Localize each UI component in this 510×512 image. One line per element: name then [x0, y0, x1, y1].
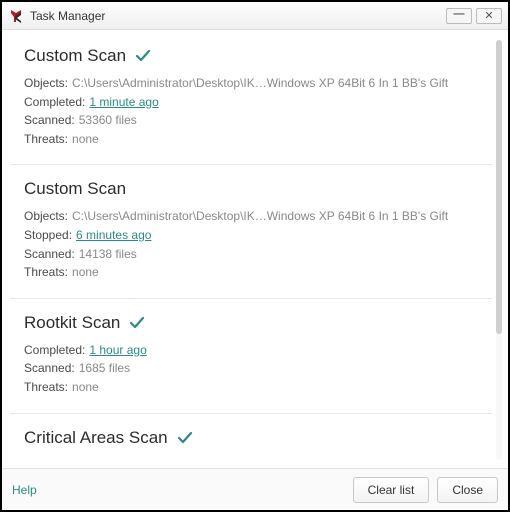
row-value: 14138 files: [79, 245, 137, 264]
footer: Help Clear list Close: [2, 468, 508, 510]
row-value: C:\Users\Administrator\Desktop\IK…Window…: [72, 207, 448, 226]
row-value: none: [72, 130, 99, 149]
row-label: Completed:: [24, 341, 85, 360]
task-detail-row: Objects:C:\Users\Administrator\Desktop\I…: [24, 74, 482, 93]
time-link[interactable]: 1 hour ago: [89, 341, 146, 360]
task-detail-row: Threats:none: [24, 130, 482, 149]
task-list: Custom ScanObjects:C:\Users\Administrato…: [10, 36, 492, 468]
scrollbar-thumb[interactable]: [496, 40, 502, 334]
close-window-button[interactable]: ✕: [476, 8, 502, 24]
row-label: Stopped:: [24, 226, 72, 245]
close-icon: ✕: [484, 9, 493, 22]
window-title: Task Manager: [30, 9, 446, 23]
scrollbar[interactable]: [496, 40, 502, 460]
task-item: Rootkit ScanCompleted:1 hour agoScanned:…: [10, 299, 492, 414]
row-value: 53360 files: [79, 111, 137, 130]
task-detail-row: Objects:C:\Users\Administrator\Desktop\I…: [24, 207, 482, 226]
row-value: 1685 files: [79, 359, 130, 378]
row-value: C:\Users\Administrator\Desktop\IK…Window…: [72, 74, 448, 93]
row-label: Objects:: [24, 207, 68, 226]
task-detail-row: Scanned:14138 files: [24, 245, 482, 264]
row-label: Threats:: [24, 378, 68, 397]
help-link[interactable]: Help: [12, 483, 345, 497]
task-item: Custom Scan Objects:C:\Users\Administrato…: [10, 165, 492, 298]
task-manager-window: Task Manager — ✕ Custom ScanObjects:C:\U…: [0, 0, 510, 512]
row-label: Scanned:: [24, 245, 75, 264]
row-label: Scanned:: [24, 111, 75, 130]
time-link[interactable]: 1 minute ago: [89, 93, 158, 112]
task-item: Critical Areas Scan: [10, 414, 492, 468]
titlebar: Task Manager — ✕: [2, 2, 508, 30]
checkmark-icon: [134, 47, 152, 65]
task-header: Custom Scan: [24, 179, 482, 199]
checkmark-icon: [128, 314, 146, 332]
app-icon: [8, 8, 24, 24]
time-link[interactable]: 6 minutes ago: [76, 226, 151, 245]
task-header: Critical Areas Scan: [24, 428, 482, 448]
task-detail-row: Completed:1 hour ago: [24, 341, 482, 360]
clear-list-button[interactable]: Clear list: [353, 477, 430, 503]
task-detail-row: Stopped:6 minutes ago: [24, 226, 482, 245]
task-title: Custom Scan: [24, 179, 126, 199]
content-area: Custom ScanObjects:C:\Users\Administrato…: [2, 30, 508, 468]
task-detail-row: Threats:none: [24, 263, 482, 282]
task-header: Custom Scan: [24, 46, 482, 66]
task-detail-row: Scanned:53360 files: [24, 111, 482, 130]
row-label: Completed:: [24, 93, 85, 112]
row-label: Objects:: [24, 74, 68, 93]
minimize-icon: —: [454, 8, 465, 20]
row-label: Scanned:: [24, 359, 75, 378]
checkmark-icon: [176, 429, 194, 447]
row-value: none: [72, 263, 99, 282]
task-detail-row: Scanned:1685 files: [24, 359, 482, 378]
row-label: Threats:: [24, 130, 68, 149]
task-title: Critical Areas Scan: [24, 428, 168, 448]
task-detail-row: Completed:1 minute ago: [24, 93, 482, 112]
task-header: Rootkit Scan: [24, 313, 482, 333]
task-title: Rootkit Scan: [24, 313, 120, 333]
task-title: Custom Scan: [24, 46, 126, 66]
close-button[interactable]: Close: [437, 477, 498, 503]
row-value: none: [72, 378, 99, 397]
minimize-button[interactable]: —: [446, 8, 472, 24]
window-buttons: — ✕: [446, 8, 502, 24]
task-detail-row: Threats:none: [24, 378, 482, 397]
task-item: Custom Scan Objects:C:\Users\Administrato…: [10, 36, 492, 165]
row-label: Threats:: [24, 263, 68, 282]
